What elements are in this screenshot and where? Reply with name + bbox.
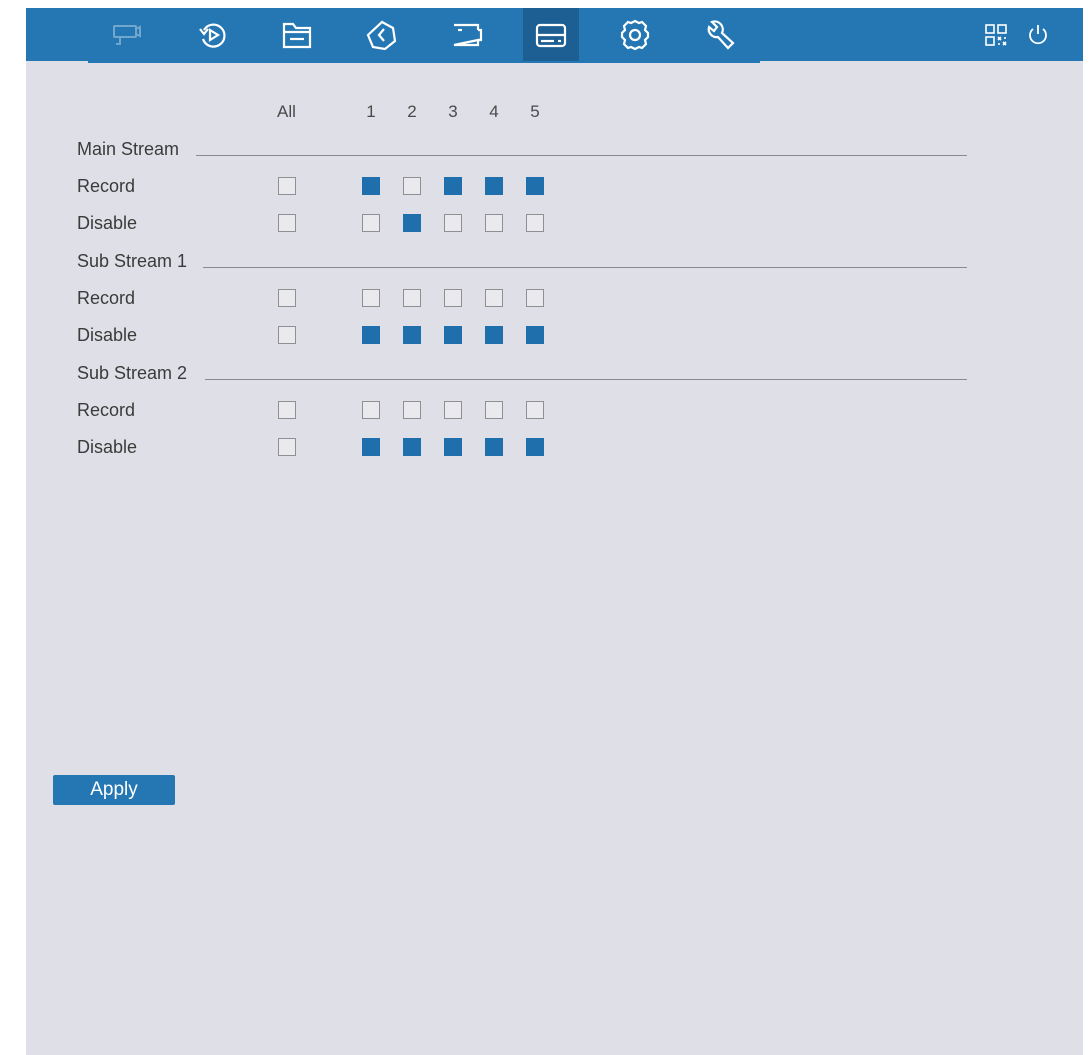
- checkbox-channel-1[interactable]: [362, 401, 380, 419]
- column-header-channel-4: 4: [489, 102, 499, 121]
- checkbox-channel-3[interactable]: [444, 214, 462, 232]
- row-label: Record: [77, 400, 136, 420]
- checkbox-channel-5[interactable]: [526, 401, 544, 419]
- section-divider: [205, 379, 967, 380]
- checkbox-channel-5[interactable]: [526, 289, 544, 307]
- section-title: Sub Stream 2: [77, 363, 188, 383]
- checkbox-channel-5[interactable]: [526, 326, 544, 344]
- playback-icon[interactable]: [185, 8, 241, 61]
- checkbox-all[interactable]: [278, 177, 296, 195]
- checkbox-channel-2[interactable]: [403, 326, 421, 344]
- camera-icon: [98, 8, 154, 61]
- column-header-all: All: [277, 102, 296, 121]
- column-header-channel-5: 5: [530, 102, 540, 121]
- checkbox-channel-3[interactable]: [444, 438, 462, 456]
- power-icon[interactable]: [1022, 8, 1054, 61]
- file-search-icon[interactable]: [269, 8, 325, 61]
- row-label: Disable: [77, 325, 138, 345]
- checkbox-channel-4[interactable]: [485, 401, 503, 419]
- section-divider: [203, 267, 967, 268]
- settings-gear-icon[interactable]: [607, 8, 663, 61]
- checkbox-channel-2[interactable]: [403, 289, 421, 307]
- row-label: Record: [77, 176, 136, 196]
- checkbox-channel-3[interactable]: [444, 401, 462, 419]
- checkbox-channel-4[interactable]: [485, 326, 503, 344]
- section-title: Sub Stream 1: [77, 251, 188, 271]
- checkbox-all[interactable]: [278, 214, 296, 232]
- qr-code-icon[interactable]: [980, 8, 1012, 61]
- checkbox-channel-2[interactable]: [403, 401, 421, 419]
- checkbox-all[interactable]: [278, 289, 296, 307]
- checkbox-channel-1[interactable]: [362, 326, 380, 344]
- checkbox-channel-1[interactable]: [362, 289, 380, 307]
- checkbox-channel-2[interactable]: [403, 438, 421, 456]
- checkbox-all[interactable]: [278, 438, 296, 456]
- record-settings-window: All 1 2 3 4 5 Main Stream Record Disable Sub Stre…: [26, 8, 1083, 1055]
- checkbox-channel-2[interactable]: [403, 214, 421, 232]
- section-divider: [196, 155, 967, 156]
- apply-button[interactable]: Apply: [53, 775, 175, 805]
- maintenance-wrench-icon[interactable]: [692, 8, 748, 61]
- checkbox-channel-1[interactable]: [362, 214, 380, 232]
- checkbox-channel-5[interactable]: [526, 214, 544, 232]
- section-title: Main Stream: [77, 139, 180, 159]
- checkbox-channel-3[interactable]: [444, 326, 462, 344]
- row-label: Disable: [77, 213, 138, 233]
- checkbox-channel-1[interactable]: [362, 438, 380, 456]
- schedule-clock-icon[interactable]: [354, 8, 410, 61]
- checkbox-channel-4[interactable]: [485, 214, 503, 232]
- checkbox-channel-3[interactable]: [444, 177, 462, 195]
- checkbox-channel-1[interactable]: [362, 177, 380, 195]
- checkbox-channel-3[interactable]: [444, 289, 462, 307]
- checkbox-channel-4[interactable]: [485, 177, 503, 195]
- active-section-underline: [88, 61, 760, 63]
- checkbox-channel-5[interactable]: [526, 438, 544, 456]
- top-navigation-bar: [26, 8, 1083, 61]
- checkbox-all[interactable]: [278, 401, 296, 419]
- column-header-channel-3: 3: [448, 102, 458, 121]
- checkbox-channel-4[interactable]: [485, 289, 503, 307]
- row-label: Disable: [77, 437, 138, 457]
- column-header-channel-2: 2: [407, 102, 417, 121]
- checkbox-channel-2[interactable]: [403, 177, 421, 195]
- row-label: Record: [77, 288, 136, 308]
- channel-screen-icon[interactable]: [439, 8, 495, 61]
- checkbox-all[interactable]: [278, 326, 296, 344]
- checkbox-channel-4[interactable]: [485, 438, 503, 456]
- column-header-channel-1: 1: [366, 102, 376, 121]
- checkbox-channel-5[interactable]: [526, 177, 544, 195]
- storage-hdd-icon[interactable]: [523, 8, 579, 61]
